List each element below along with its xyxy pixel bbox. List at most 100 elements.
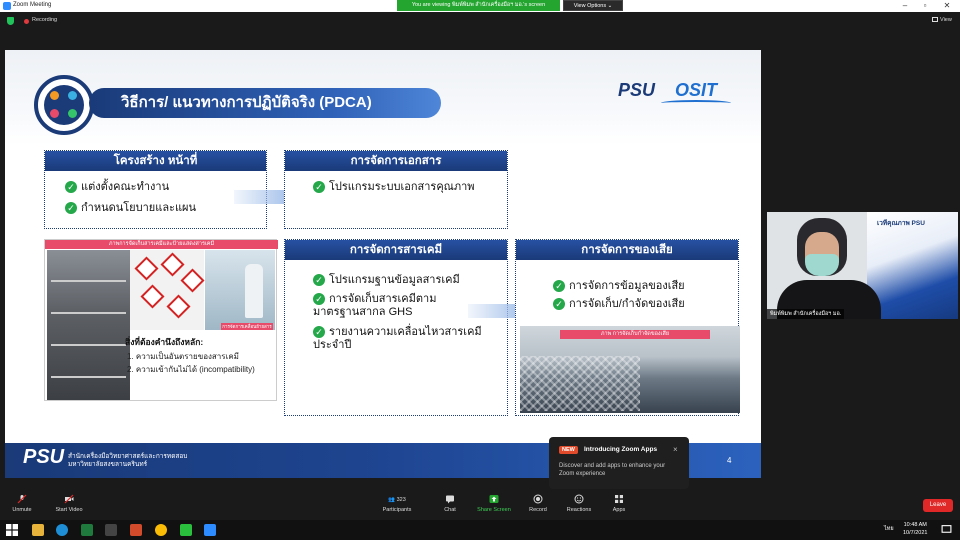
shared-screen-slide: วิธีการ/ แนวทางการปฏิบัติจริง (PDCA) PSU… bbox=[5, 50, 761, 478]
chat-label: Chat bbox=[444, 507, 456, 513]
close-button[interactable]: ✕ bbox=[940, 1, 954, 11]
speaker-name: พิมพ์พิมพ สำนักเครื่องมือฯ มอ. bbox=[767, 309, 845, 319]
shield-icon[interactable] bbox=[7, 17, 14, 25]
lab-caption: การจัดการเคลื่อนย้ายสารเคมี bbox=[221, 323, 273, 336]
note-title: สิ่งที่ต้องคำนึงถึงหลัก: bbox=[125, 337, 204, 347]
language-indicator[interactable]: ไทย bbox=[884, 525, 894, 533]
check-icon: ✓ bbox=[65, 181, 77, 193]
speaker-background-banner bbox=[867, 212, 958, 319]
footer-psu-logo: PSU bbox=[23, 446, 65, 468]
shelf-row bbox=[51, 376, 126, 378]
people-icon: 👥 bbox=[388, 497, 396, 503]
documents-box: การจัดการเอกสาร ✓ โปรแกรมระบบเอกสารคุณภาพ bbox=[284, 150, 508, 229]
documents-item-text: โปรแกรมระบบเอกสารคุณภาพ bbox=[329, 181, 475, 193]
flow-node-icon bbox=[68, 91, 77, 100]
ghs-hazard-icon bbox=[180, 268, 205, 293]
share-screen-icon bbox=[489, 495, 499, 503]
view-options-button[interactable]: View Options ⌄ bbox=[563, 0, 623, 11]
footer-line: สำนักเครื่องมือวิทยาศาสตร์และการทดสอบ bbox=[68, 453, 188, 460]
leave-button[interactable]: Leave bbox=[923, 499, 953, 512]
page-number: 4 bbox=[727, 456, 732, 465]
chemicals-item: ✓ โปรแกรมฐานข้อมูลสารเคมี bbox=[313, 274, 460, 287]
footer-line: มหาวิทยาลัยสงขลานครินทร์ bbox=[68, 461, 148, 468]
check-icon: ✓ bbox=[313, 274, 325, 286]
share-screen-button[interactable]: Share Screen bbox=[474, 494, 514, 513]
ghs-symbols-image bbox=[130, 250, 205, 330]
line-app-icon[interactable] bbox=[180, 524, 192, 536]
psu-logo: PSU bbox=[618, 80, 656, 100]
speaker-banner-text: เวทีคุณภาพ PSU bbox=[877, 220, 925, 227]
unmute-label: Unmute bbox=[12, 507, 32, 513]
chrome-icon[interactable] bbox=[155, 524, 167, 536]
start-video-button[interactable]: Start Video bbox=[49, 494, 89, 513]
flow-node-icon bbox=[50, 109, 59, 118]
participants-button[interactable]: 👥 323 Participants bbox=[377, 494, 417, 513]
participants-label: Participants bbox=[382, 507, 412, 513]
zoom-taskbar-icon[interactable] bbox=[204, 524, 216, 536]
pdca-flow-icon-inner bbox=[44, 85, 84, 125]
edge-browser-icon[interactable] bbox=[56, 524, 68, 536]
window-title: Zoom Meeting bbox=[13, 2, 52, 8]
clock-date: 10/7/2021 bbox=[903, 530, 928, 536]
pdca-flow-icon bbox=[34, 75, 94, 135]
waste-storage-image bbox=[520, 326, 740, 413]
recording-dot-icon bbox=[24, 19, 29, 24]
record-button[interactable]: Record bbox=[518, 494, 558, 513]
shelf-row bbox=[51, 312, 126, 314]
system-clock[interactable]: 10:48 AM 10/7/2021 bbox=[903, 521, 927, 537]
smiley-icon bbox=[574, 494, 584, 504]
documents-item: ✓ โปรแกรมระบบเอกสารคุณภาพ bbox=[313, 181, 475, 194]
documents-box-title: การจัดการเอกสาร bbox=[285, 151, 507, 171]
structure-item: ✓ แต่งตั้งคณะทำงาน bbox=[65, 181, 169, 194]
flow-node-icon bbox=[50, 91, 59, 100]
chemicals-item-text: การจัดเก็บสารเคมีตามมาตรฐานสากล GHS bbox=[313, 293, 437, 318]
new-badge: NEW bbox=[559, 446, 578, 454]
notifications-icon[interactable] bbox=[941, 524, 952, 535]
structure-item-text: กำหนดนโยบายและแผน bbox=[81, 202, 197, 214]
maximize-button[interactable]: ▫ bbox=[918, 1, 932, 11]
clock-time: 10:48 AM bbox=[903, 522, 927, 528]
ghs-hazard-icon bbox=[166, 294, 191, 319]
view-button[interactable]: View bbox=[932, 17, 952, 23]
powerpoint-icon[interactable] bbox=[130, 524, 142, 536]
chat-icon bbox=[446, 495, 454, 504]
check-icon: ✓ bbox=[553, 298, 565, 310]
fence-pattern bbox=[520, 356, 640, 411]
video-off-icon bbox=[64, 494, 74, 504]
ghs-hazard-icon bbox=[160, 252, 185, 277]
zoom-apps-notification[interactable]: NEW Introducing Zoom Apps × Discover and… bbox=[549, 437, 689, 489]
logo-swoosh bbox=[661, 100, 731, 106]
chemical-shelf-image bbox=[47, 250, 130, 400]
recording-label: Recording bbox=[32, 17, 58, 23]
chemical-storage-photo: ภาพการจัดเก็บสารเคมีและป้ายแสดงสารเคมี ก… bbox=[44, 239, 278, 401]
chemicals-item-text: รายงานความเคลื่อนไหวสารเคมีประจำปี bbox=[313, 326, 482, 351]
excel-icon[interactable] bbox=[81, 524, 93, 536]
app-grid-icon[interactable] bbox=[105, 524, 117, 536]
chat-button[interactable]: Chat bbox=[430, 494, 470, 513]
meeting-topbar bbox=[0, 12, 960, 34]
check-icon: ✓ bbox=[65, 202, 77, 214]
waste-item: ✓ การจัดการข้อมูลของเสีย bbox=[553, 280, 685, 293]
lab-worker-figure bbox=[245, 264, 263, 318]
participants-count-row: 👥 323 bbox=[377, 494, 417, 507]
notification-close-icon[interactable]: × bbox=[673, 445, 678, 454]
chemicals-item: ✓ รายงานความเคลื่อนไหวสารเคมีประจำปี bbox=[313, 326, 488, 352]
chemicals-item: ✓ การจัดเก็บสารเคมีตามมาตรฐานสากล GHS bbox=[313, 293, 463, 319]
reactions-button[interactable]: Reactions bbox=[559, 494, 599, 513]
record-icon bbox=[533, 494, 543, 504]
footer-org-name: สำนักเครื่องมือวิทยาศาสตร์และการทดสอบ มห… bbox=[68, 453, 187, 469]
speaker-video-tile[interactable]: เวทีคุณภาพ PSU พิมพ์พิมพ สำนักเครื่องมือ… bbox=[767, 212, 958, 319]
file-explorer-icon[interactable] bbox=[32, 524, 44, 536]
ghs-hazard-icon bbox=[140, 284, 165, 309]
windows-start-icon[interactable] bbox=[6, 524, 18, 536]
waste-item-text: การจัดการข้อมูลของเสีย bbox=[569, 280, 685, 292]
zoom-app-icon bbox=[3, 2, 11, 10]
viewing-banner: You are viewing พิมพ์พิมพ สำนักเครื่องมื… bbox=[397, 0, 560, 11]
structure-box-title: โครงสร้าง หน้าที่ bbox=[45, 151, 266, 171]
osit-logo: OSIT bbox=[675, 80, 718, 100]
speaker-mask bbox=[805, 254, 839, 276]
unmute-button[interactable]: Unmute bbox=[2, 494, 42, 513]
apps-button[interactable]: Apps bbox=[599, 494, 639, 513]
check-icon: ✓ bbox=[313, 293, 325, 305]
minimize-button[interactable]: – bbox=[898, 1, 912, 11]
